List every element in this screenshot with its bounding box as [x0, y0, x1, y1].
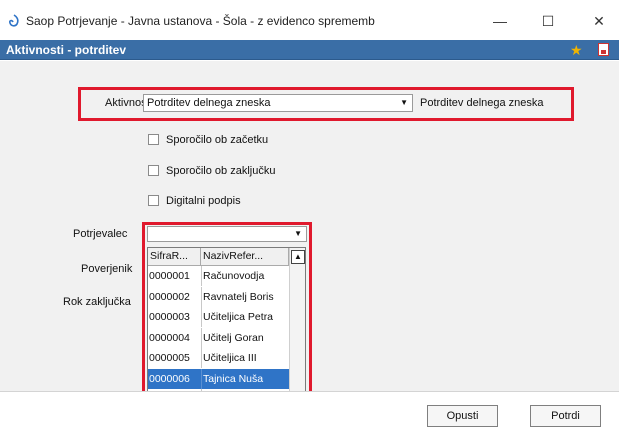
app-window: Saop Potrjevanje - Javna ustanova - Šola… [0, 0, 619, 439]
list-item-code: 0000003 [149, 311, 190, 323]
list-item[interactable]: 0000003 Učiteljica Petra [148, 307, 289, 327]
checkbox-sporocilo-zacetek[interactable] [148, 134, 159, 145]
list-item[interactable]: 0000004 Učitelj Goran [148, 327, 289, 348]
column-divider [201, 266, 202, 286]
rok-zakljucka-label: Rok zaključka [63, 296, 131, 308]
list-item[interactable]: 0000001 Računovodja [148, 266, 289, 286]
document-icon[interactable] [598, 43, 609, 56]
minimize-button[interactable]: — [485, 9, 515, 33]
checkbox-label-sporocilo-zakljucek: Sporočilo ob zaključku [166, 165, 276, 177]
chevron-down-icon[interactable]: ▼ [294, 229, 302, 238]
checkbox-digitalni-podpis[interactable] [148, 195, 159, 206]
close-button[interactable]: ✕ [584, 9, 614, 33]
chevron-down-icon[interactable]: ▼ [400, 98, 408, 107]
scroll-up-icon[interactable]: ▲ [291, 250, 305, 264]
checkbox-label-digitalni-podpis: Digitalni podpis [166, 195, 241, 207]
section-header: Aktivnosti - potrditev ★ [0, 40, 619, 60]
list-item[interactable]: 0000006 Tajnica Nuša [148, 368, 289, 389]
checkbox-label-sporocilo-zacetek: Sporočilo ob začetku [166, 134, 269, 146]
title-bar: Saop Potrjevanje - Javna ustanova - Šola… [0, 6, 619, 36]
list-item-name: Ravnatelj Boris [203, 290, 274, 303]
cancel-button[interactable]: Opusti [427, 405, 498, 427]
list-item[interactable]: 0000002 Ravnatelj Boris [148, 286, 289, 307]
aktivnost-select[interactable]: Potrditev delnega zneska ▼ [143, 94, 413, 112]
column-divider [201, 368, 202, 389]
aktivnost-description: Potrditev delnega zneska [420, 97, 544, 109]
list-item-name: Učiteljica III [203, 352, 257, 364]
list-item-name: Tajnica Nuša [203, 372, 264, 385]
list-item-name: Učitelj Goran [203, 331, 264, 344]
star-icon[interactable]: ★ [570, 42, 583, 59]
aktivnost-value: Potrditev delnega zneska [147, 97, 271, 109]
list-item-code: 0000005 [149, 352, 190, 364]
list-item-code: 0000004 [149, 331, 190, 344]
list-item-name: Računovodja [203, 270, 265, 282]
list-item-code: 0000001 [149, 270, 190, 282]
column-divider [201, 307, 202, 327]
potrjevalec-label: Potrjevalec [73, 228, 128, 240]
section-title: Aktivnosti - potrditev [6, 43, 127, 57]
list-item-name: Učiteljica Petra [203, 311, 274, 323]
column-header-naziv[interactable]: NazivRefer... [201, 248, 289, 266]
maximize-button[interactable]: ☐ [533, 9, 563, 33]
column-divider [201, 286, 202, 307]
bottom-bar [0, 391, 619, 439]
poverjenik-label: Poverjenik [81, 263, 133, 275]
app-icon [9, 14, 19, 27]
potrjevalec-select[interactable]: ▼ [147, 226, 307, 242]
list-item-code: 0000006 [149, 372, 190, 385]
column-header-sifra[interactable]: SifraR... [148, 248, 201, 266]
column-divider [201, 327, 202, 348]
column-divider [201, 348, 202, 368]
list-item-code: 0000002 [149, 290, 190, 303]
checkbox-sporocilo-zakljucek[interactable] [148, 165, 159, 176]
list-item[interactable]: 0000005 Učiteljica III [148, 348, 289, 368]
window-title: Saop Potrjevanje - Javna ustanova - Šola… [26, 14, 375, 28]
confirm-button[interactable]: Potrdi [530, 405, 601, 427]
